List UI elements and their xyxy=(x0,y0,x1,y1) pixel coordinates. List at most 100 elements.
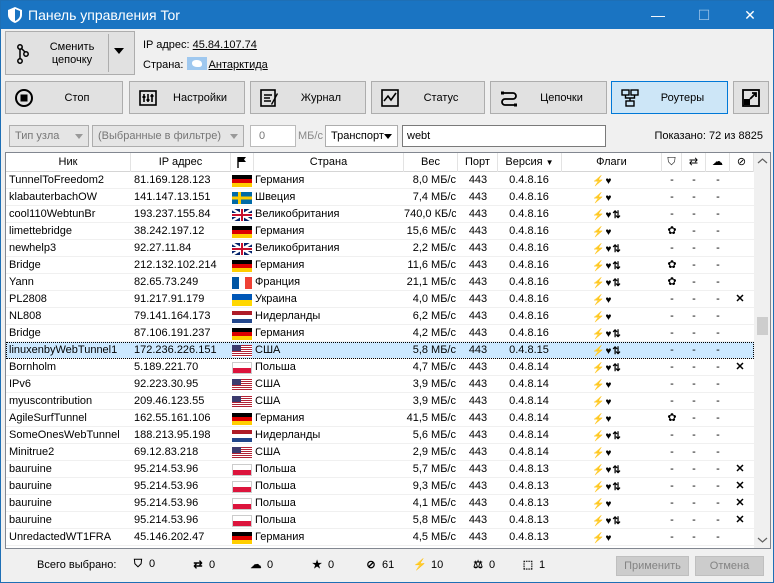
table-row[interactable]: limettebridge 38.242.197.12 Германия 15,6 М… xyxy=(6,223,754,240)
table-row[interactable]: TunnelToFreedom2 81.169.128.123 Германия 8,… xyxy=(6,172,754,189)
col-flag[interactable] xyxy=(231,153,254,172)
port-cell: 443 xyxy=(468,378,488,390)
selection-filter-select[interactable]: (Выбранные в фильтре) xyxy=(92,125,244,147)
col-guard[interactable]: ⛉ xyxy=(662,153,682,172)
table-row[interactable]: Bridge 87.106.191.237 Германия 4,2 МБ/с 443 0… xyxy=(6,325,754,342)
port-cell: 443 xyxy=(468,497,488,509)
router-flags: ⚡ ♥ xyxy=(592,309,612,325)
table-row[interactable]: SomeOnesWebTunnel 188.213.95.198 Нидерланд… xyxy=(6,427,754,444)
country-flag-cell xyxy=(230,257,254,274)
col-nick[interactable]: Ник xyxy=(6,153,131,172)
table-row[interactable]: newhelp3 92.27.11.84 Великобритания 2,2 МБ/… xyxy=(6,240,754,257)
transport-select[interactable]: Транспорт xyxy=(325,125,398,147)
count-value: 0 xyxy=(149,558,156,570)
table-row[interactable]: Yann 82.65.73.249 Франция 21,1 МБ/с 443 0.4.8… xyxy=(6,274,754,291)
table-row[interactable]: Bornholm 5.189.221.70 Польша 4,7 МБ/с 443 0.4… xyxy=(6,359,754,376)
vertical-scrollbar[interactable] xyxy=(754,153,771,548)
router-flags: ⚡ ♥ xyxy=(592,190,612,206)
fast-icon: ⚡ xyxy=(592,363,604,374)
country-cell: США xyxy=(255,395,281,407)
ban-cell xyxy=(730,240,750,257)
ip-cell: 209.46.123.55 xyxy=(134,395,205,407)
weight-cell: 41,5 МБ/с xyxy=(406,412,456,424)
settings-button[interactable]: Настройки xyxy=(129,81,245,114)
port-cell: 443 xyxy=(468,344,488,356)
close-button[interactable]: ✕ xyxy=(727,1,773,29)
col-ip[interactable]: IP адрес xyxy=(131,153,231,172)
weight-cell: 4,2 МБ/с xyxy=(412,327,456,339)
apply-button[interactable]: Применить xyxy=(616,556,689,576)
journal-button[interactable]: Журнал xyxy=(250,81,366,114)
port-cell: 443 xyxy=(468,242,488,254)
maximize-button[interactable]: ☐ xyxy=(681,1,727,29)
ban-cell xyxy=(730,308,750,325)
running-heart-icon: ♥ xyxy=(605,431,611,442)
chains-button[interactable]: Цепочки xyxy=(490,81,607,114)
col-ban[interactable]: ⊘ xyxy=(730,153,754,172)
cloud-icon: ☁ xyxy=(712,156,723,168)
table-row[interactable]: bauruine 95.214.53.96 Польша 5,8 МБ/с 443 0.4… xyxy=(6,512,754,529)
table-row[interactable]: klabauterbachOW 141.147.13.151 Швеция 7,4 М… xyxy=(6,189,754,206)
weight-cell: 3,9 МБ/с xyxy=(412,378,456,390)
col-port[interactable]: Порт xyxy=(458,153,498,172)
col-weight[interactable]: Вес xyxy=(404,153,458,172)
fast-icon: ⚡ xyxy=(592,244,604,255)
speed-input[interactable]: 0 xyxy=(250,125,296,147)
table-row[interactable]: Minitrue2 69.12.83.218 США 2,9 МБ/с 443 0.4.8… xyxy=(6,444,754,461)
balance-icon: ⚖ xyxy=(473,559,483,571)
fast-icon: ⚡ xyxy=(592,278,604,289)
router-flags: ⚡ ♥ xyxy=(592,224,612,240)
routers-table[interactable]: Ник IP адрес Страна Вес Порт Версия ▼ Фл… xyxy=(5,152,771,549)
scroll-thumb[interactable] xyxy=(757,317,768,335)
sort-desc-icon: ▼ xyxy=(545,158,554,167)
cancel-button[interactable]: Отмена xyxy=(695,556,764,576)
country-flag-cell xyxy=(230,223,254,240)
scroll-up-icon[interactable] xyxy=(754,153,771,170)
table-row[interactable]: UnredactedWT1FRA 45.146.202.47 Германия 4,5… xyxy=(6,529,754,546)
ip-cell: 95.214.53.96 xyxy=(134,514,199,526)
col-country[interactable]: Страна xyxy=(254,153,404,172)
footer-count-star: ★ 0 xyxy=(310,558,334,574)
table-row[interactable]: AgileSurfTunnel 162.55.161.106 Германия 41,… xyxy=(6,410,754,427)
change-chain-button[interactable]: Сменить цепочку xyxy=(5,31,135,75)
node-type-select[interactable]: Тип узла xyxy=(9,125,89,147)
table-row[interactable]: Bridge 212.132.102.214 Германия 11,6 МБ/с 44… xyxy=(6,257,754,274)
status-button[interactable]: Статус xyxy=(371,81,485,114)
col-hsdir[interactable]: ☁ xyxy=(706,153,730,172)
ban-icon: ⊘ xyxy=(366,559,376,571)
table-row[interactable]: myuscontribution 209.46.123.55 США 3,9 МБ/с… xyxy=(6,393,754,410)
table-row[interactable]: bauruine 95.214.53.96 Польша 9,3 МБ/с 443 0.4… xyxy=(6,478,754,495)
fr-flag-icon xyxy=(232,277,252,289)
table-row[interactable]: bauruine 95.214.53.96 Польша 4,1 МБ/с 443 0.4… xyxy=(6,495,754,512)
fullscreen-button[interactable] xyxy=(733,81,769,114)
router-flags: ⚡ ♥ ⇅ xyxy=(592,326,622,342)
exit-cell: - xyxy=(692,276,696,288)
minimize-button[interactable]: — xyxy=(635,1,681,29)
count-value: 0 xyxy=(489,559,496,571)
version-cell: 0.4.8.15 xyxy=(509,344,549,356)
scroll-down-icon[interactable] xyxy=(754,531,771,548)
ip-link[interactable]: 45.84.107.74 xyxy=(193,39,257,51)
chevron-down-icon[interactable] xyxy=(114,48,124,54)
table-row[interactable]: linuxenbyWebTunnel1 172.236.226.151 США 5,8… xyxy=(6,342,754,359)
routers-button[interactable]: Роутеры xyxy=(611,81,728,114)
de-flag-icon xyxy=(232,175,252,187)
table-row[interactable]: cool110WebtunBr 193.237.155.84 Великобрита… xyxy=(6,206,754,223)
col-exit[interactable]: ⇄ xyxy=(682,153,706,172)
weight-cell: 8,0 МБ/с xyxy=(412,174,456,186)
table-row[interactable]: bauruine 95.214.53.96 Польша 5,7 МБ/с 443 0.4… xyxy=(6,461,754,478)
table-row[interactable]: NL808 79.141.164.173 Нидерланды 6,2 МБ/с 443… xyxy=(6,308,754,325)
col-version[interactable]: Версия ▼ xyxy=(498,153,562,172)
stop-button[interactable]: Стоп xyxy=(5,81,123,114)
table-row[interactable]: PL2808 91.217.91.179 Украина 4,0 МБ/с 443 0.4… xyxy=(6,291,754,308)
table-row[interactable]: IPv6 92.223.30.95 США 3,9 МБ/с 443 0.4.8.14 ⚡ ♥… xyxy=(6,376,754,393)
nl-flag-icon xyxy=(232,430,252,442)
router-flags: ⚡ ♥ ⇅ xyxy=(592,275,622,291)
col-flags[interactable]: Флаги xyxy=(562,153,662,172)
country-link[interactable]: Антарктида xyxy=(209,59,268,71)
flags-cell: ⚡ ♥ ⇅ xyxy=(562,342,662,359)
port-cell: 443 xyxy=(468,429,488,441)
country-flag-cell xyxy=(230,478,254,495)
search-input[interactable]: webt xyxy=(402,125,606,147)
exit-cell: - xyxy=(692,191,696,203)
